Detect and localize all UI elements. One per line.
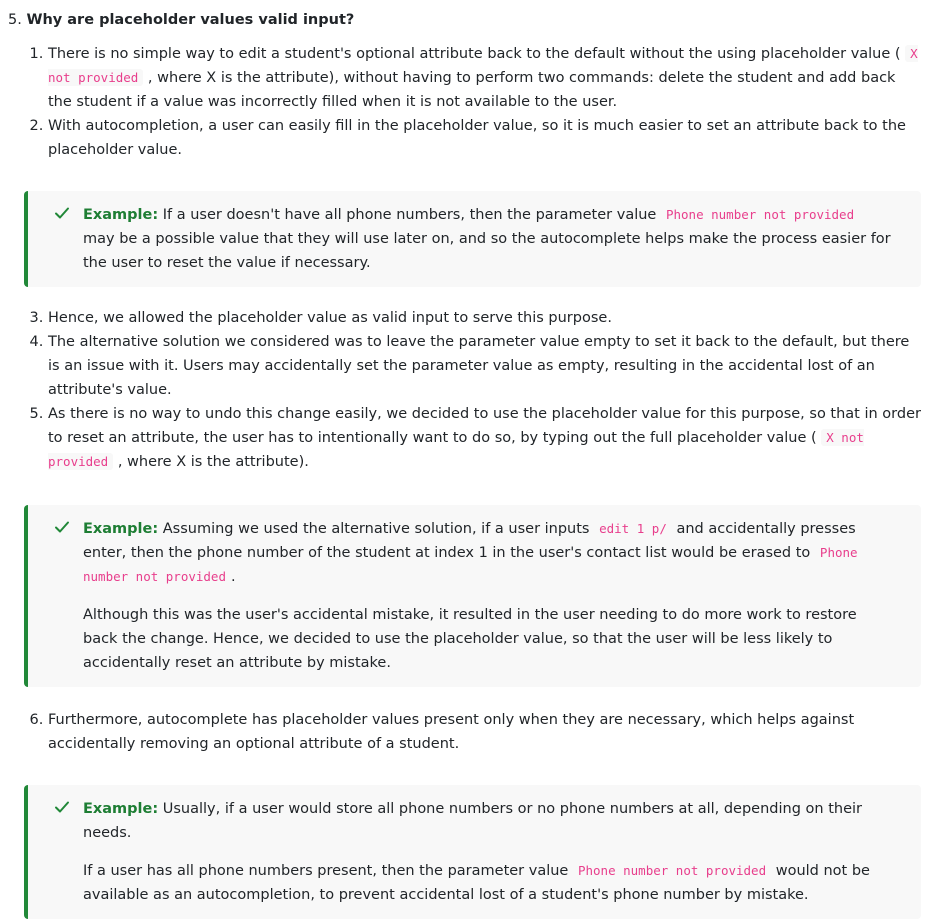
callout-paragraph: Example: Assuming we used the alternativ… (83, 520, 858, 585)
callout-paragraph: Example: If a user doesn't have all phon… (83, 206, 891, 271)
list-item: Hence, we allowed the placeholder value … (48, 306, 921, 330)
question-number: 5. (8, 12, 22, 28)
reasons-list-a: There is no simple way to edit a student… (8, 42, 921, 162)
example-label: Example: (83, 207, 159, 223)
inline-code: Phone number not provided (660, 206, 860, 223)
callout-paragraph: If a user has all phone numbers present,… (83, 862, 870, 903)
list-item: The alternative solution we considered w… (48, 330, 921, 402)
list-item: Furthermore, autocomplete has placeholde… (48, 708, 921, 756)
callout-paragraph: Although this was the user's accidental … (83, 607, 857, 671)
question-title: Why are placeholder values valid input? (26, 12, 355, 28)
list-item: With autocompletion, a user can easily f… (48, 114, 921, 162)
check-icon (55, 801, 69, 813)
inline-code: Phone number not provided (572, 862, 772, 879)
example-callout-2: Example: Assuming we used the alternativ… (24, 505, 921, 687)
callout-paragraph: Example: Usually, if a user would store … (83, 801, 862, 841)
example-label: Example: (83, 521, 159, 537)
example-label: Example: (83, 801, 159, 817)
list-item: There is no simple way to edit a student… (48, 42, 921, 114)
document: 5. Why are placeholder values valid inpu… (0, 0, 929, 919)
reasons-list-c: Furthermore, autocomplete has placeholde… (8, 708, 921, 756)
example-callout-1: Example: If a user doesn't have all phon… (24, 191, 921, 287)
reasons-list-b: Hence, we allowed the placeholder value … (8, 306, 921, 474)
question-heading: 5. Why are placeholder values valid inpu… (8, 8, 921, 32)
example-callout-3: Example: Usually, if a user would store … (24, 785, 921, 919)
list-item: As there is no way to undo this change e… (48, 402, 921, 474)
check-icon (55, 207, 69, 219)
inline-code: edit 1 p/ (594, 520, 672, 537)
check-icon (55, 521, 69, 533)
